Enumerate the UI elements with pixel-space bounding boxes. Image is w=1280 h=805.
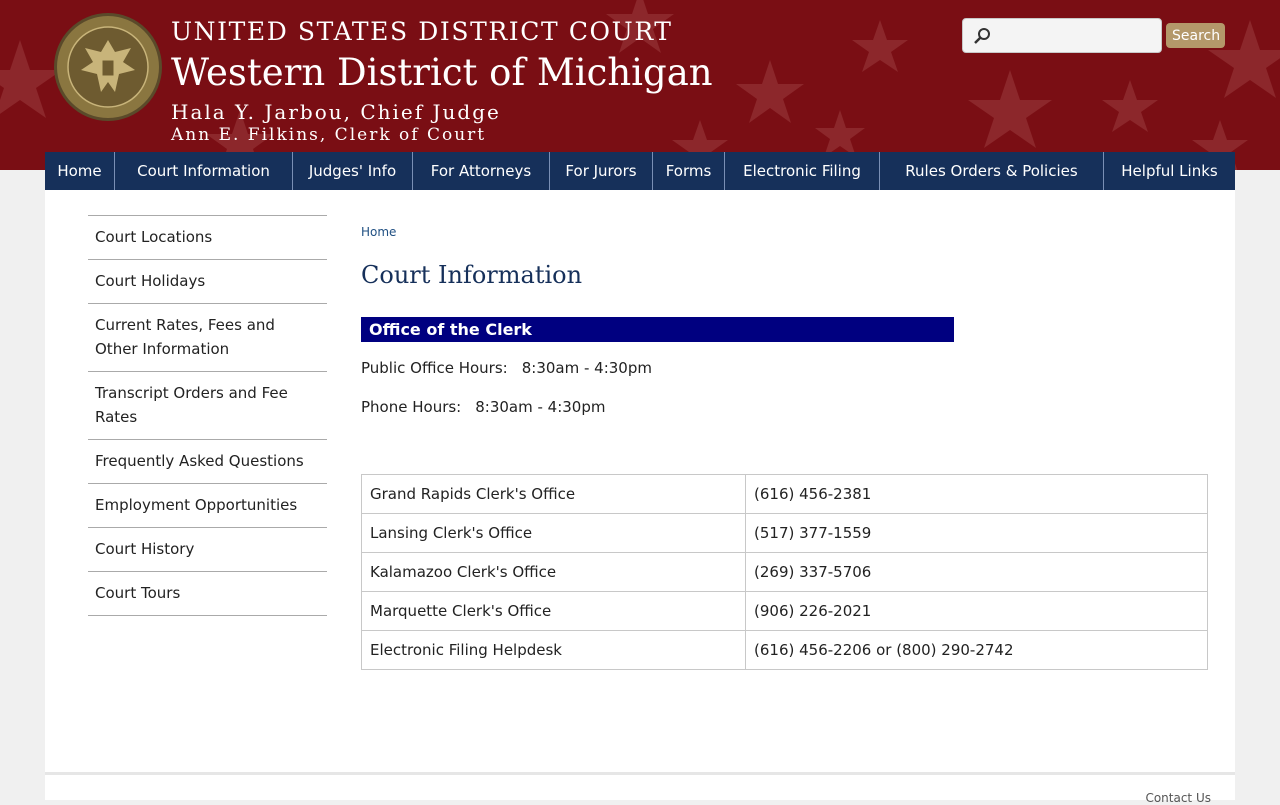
phone-hours-value: 8:30am - 4:30pm [475,398,606,416]
nav-item-court-information[interactable]: Court Information [115,152,293,190]
table-row: Grand Rapids Clerk's Office (616) 456-23… [361,474,1208,514]
office-name: Kalamazoo Clerk's Office [361,552,746,592]
nav-item-home[interactable]: Home [45,152,115,190]
site-footer: Contact Us [45,772,1235,805]
nav-item-judges-info[interactable]: Judges' Info [293,152,413,190]
table-row: Marquette Clerk's Office (906) 226-2021 [361,591,1208,631]
table-row: Kalamazoo Clerk's Office (269) 337-5706 [361,552,1208,592]
search-field[interactable] [962,18,1162,53]
office-name: Marquette Clerk's Office [361,591,746,631]
office-phone: (906) 226-2021 [745,591,1208,631]
sidebar-item-faq[interactable]: Frequently Asked Questions [88,439,327,483]
office-phone: (517) 377-1559 [745,513,1208,553]
district-name[interactable]: Western District of Michigan [171,50,713,96]
office-phone: (616) 456-2206 or (800) 290-2742 [745,630,1208,670]
phone-hours-label: Phone Hours: [361,398,462,416]
nav-item-for-jurors[interactable]: For Jurors [550,152,653,190]
nav-item-for-attorneys[interactable]: For Attorneys [413,152,550,190]
search-button[interactable]: Search [1166,23,1225,48]
nav-item-rules-orders-policies[interactable]: Rules Orders & Policies [880,152,1104,190]
sidebar-item-court-history[interactable]: Court History [88,527,327,571]
table-row: Lansing Clerk's Office (517) 377-1559 [361,513,1208,553]
office-phone: (269) 337-5706 [745,552,1208,592]
sidebar-item-transcript-orders[interactable]: Transcript Orders and Fee Rates [88,371,327,439]
clerk-of-court-line: Ann E. Filkins, Clerk of Court [171,125,487,145]
main-nav: Home Court Information Judges' Info For … [45,152,1235,190]
main-panel: Court Locations Court Holidays Current R… [45,190,1235,772]
clerk-offices-table: Grand Rapids Clerk's Office (616) 456-23… [361,474,1208,670]
sidebar-item-court-holidays[interactable]: Court Holidays [88,259,327,303]
public-office-hours: Public Office Hours: 8:30am - 4:30pm [361,359,652,377]
phone-hours: Phone Hours: 8:30am - 4:30pm [361,398,606,416]
nav-item-electronic-filing[interactable]: Electronic Filing [725,152,880,190]
public-hours-value: 8:30am - 4:30pm [521,359,652,377]
office-phone: (616) 456-2381 [745,474,1208,514]
public-hours-label: Public Office Hours: [361,359,508,377]
search-icon [974,28,990,44]
court-seal-icon [54,13,162,121]
sidebar: Court Locations Court Holidays Current R… [88,215,327,616]
breadcrumb-home[interactable]: Home [361,225,396,239]
table-row: Electronic Filing Helpdesk (616) 456-220… [361,630,1208,670]
contact-us-link[interactable]: Contact Us [1145,791,1211,805]
chief-judge-line: Hala Y. Jarbou, Chief Judge [171,100,501,124]
office-name: Grand Rapids Clerk's Office [361,474,746,514]
section-heading: Office of the Clerk [361,317,954,342]
nav-item-forms[interactable]: Forms [653,152,725,190]
site-header: UNITED STATES DISTRICT COURT Western Dis… [0,0,1280,170]
sidebar-item-court-locations[interactable]: Court Locations [88,215,327,259]
office-name: Lansing Clerk's Office [361,513,746,553]
office-name: Electronic Filing Helpdesk [361,630,746,670]
sidebar-item-court-tours[interactable]: Court Tours [88,571,327,616]
court-name-line: UNITED STATES DISTRICT COURT [171,17,673,46]
page-title: Court Information [361,261,583,289]
sidebar-item-employment[interactable]: Employment Opportunities [88,483,327,527]
nav-item-helpful-links[interactable]: Helpful Links [1104,152,1235,190]
search-input[interactable] [993,23,1157,49]
sidebar-item-rates-fees[interactable]: Current Rates, Fees and Other Informatio… [88,303,327,371]
